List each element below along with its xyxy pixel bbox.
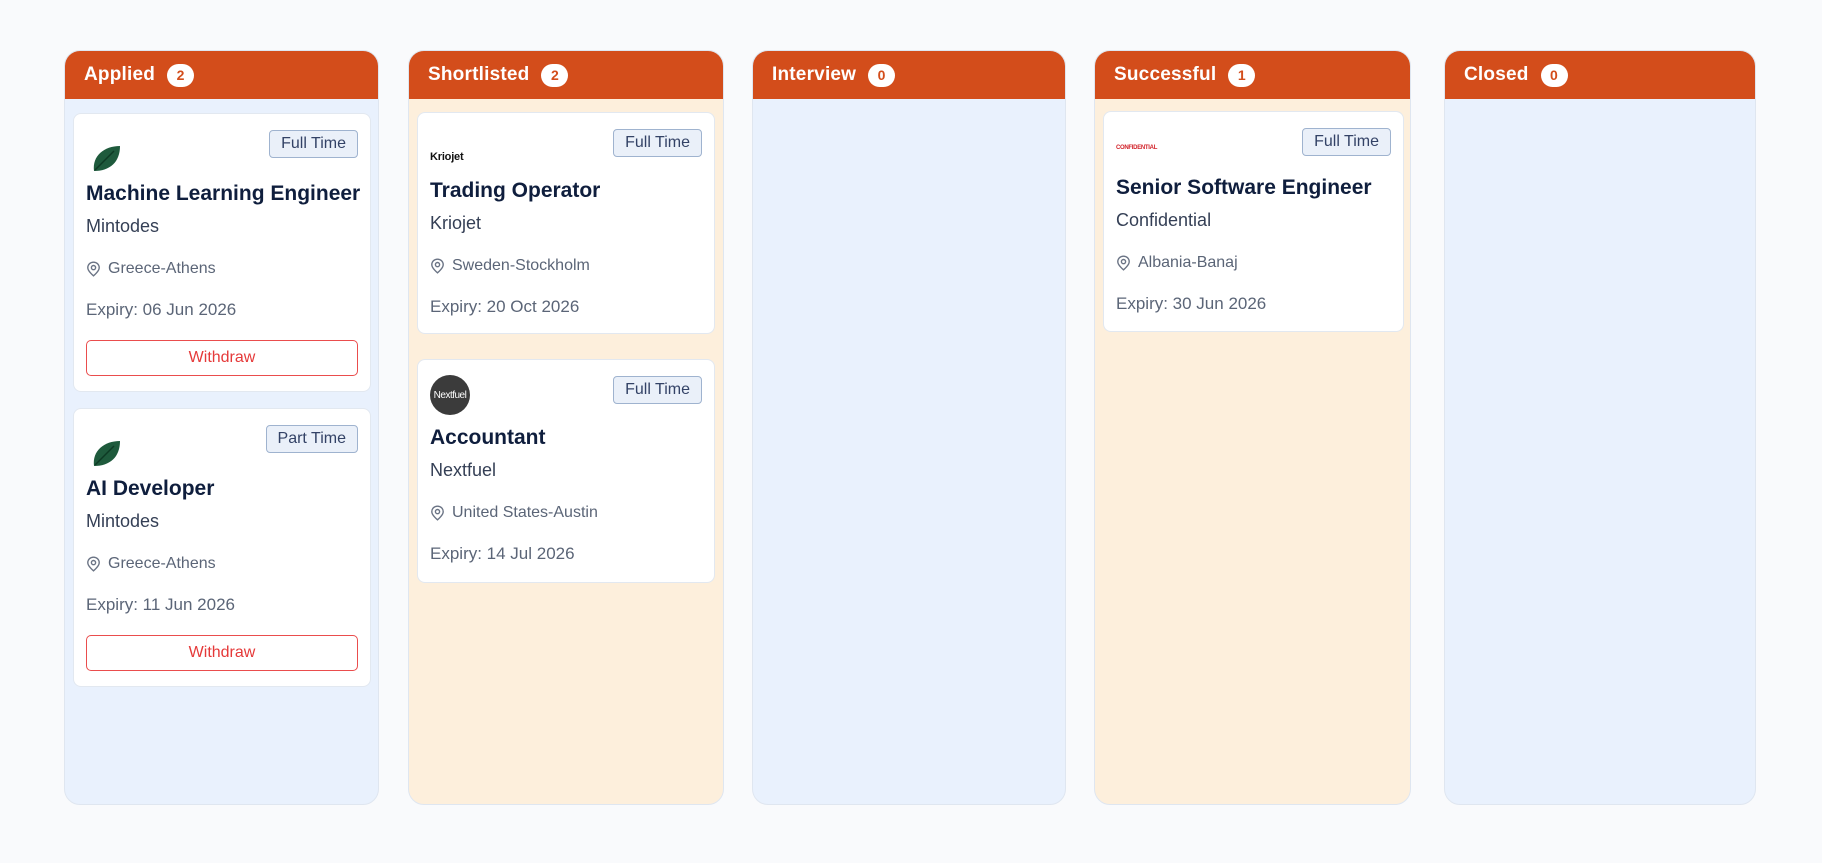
location-text: Greece-Athens <box>108 555 216 572</box>
column-title: Successful <box>1114 64 1217 85</box>
job-location: United States-Austin <box>430 504 598 522</box>
job-location: Sweden-Stockholm <box>430 257 590 275</box>
location-text: Sweden-Stockholm <box>452 257 590 274</box>
count-badge: 0 <box>1540 63 1568 87</box>
column-interview: Interview 0 <box>752 50 1066 805</box>
location-text: United States-Austin <box>452 504 598 521</box>
job-title[interactable]: Trading Operator <box>430 179 600 203</box>
job-type-badge: Full Time <box>269 130 358 158</box>
map-pin-icon <box>431 505 444 521</box>
nextfuel-logo: Nextfuel <box>430 375 470 415</box>
column-header: Shortlisted 2 <box>409 51 723 99</box>
map-pin-icon <box>431 258 444 274</box>
expiry-date: Expiry: 20 Oct 2026 <box>430 297 580 316</box>
column-header: Applied 2 <box>65 51 378 99</box>
column-header: Interview 0 <box>753 51 1065 99</box>
count-badge: 2 <box>541 63 569 87</box>
company-name: Confidential <box>1116 210 1212 230</box>
leaf-logo-icon <box>93 441 120 466</box>
kanban-board: Applied 2 Full Time Machine Learning Eng… <box>0 0 1822 863</box>
column-successful: Successful 1 CONFIDENTIAL Full Time Seni… <box>1094 50 1411 805</box>
map-pin-icon <box>1117 255 1130 271</box>
kriojet-logo: Kriojet <box>430 151 464 163</box>
column-closed: Closed 0 <box>1444 50 1756 805</box>
company-name: Mintodes <box>86 511 160 531</box>
job-location: Greece-Athens <box>86 555 216 573</box>
location-text: Greece-Athens <box>108 260 216 277</box>
job-location: Albania-Banaj <box>1116 254 1238 272</box>
count-badge: 1 <box>1228 63 1256 87</box>
expiry-date: Expiry: 14 Jul 2026 <box>430 544 575 563</box>
column-header: Successful 1 <box>1095 51 1410 99</box>
column-title: Shortlisted <box>428 64 530 85</box>
leaf-logo-icon <box>93 146 120 171</box>
count-badge: 0 <box>868 63 896 87</box>
job-title[interactable]: Accountant <box>430 426 546 450</box>
job-card[interactable]: Kriojet Full Time Trading Operator Krioj… <box>417 112 715 334</box>
column-applied: Applied 2 Full Time Machine Learning Eng… <box>64 50 379 805</box>
job-card[interactable]: Part Time AI Developer Mintodes Greece-A… <box>73 408 371 687</box>
company-name: Nextfuel <box>430 460 497 480</box>
column-title: Interview <box>772 64 857 85</box>
job-title[interactable]: Senior Software Engineer <box>1116 176 1372 200</box>
withdraw-button[interactable]: Withdraw <box>86 635 358 671</box>
map-pin-icon <box>87 261 100 277</box>
expiry-date: Expiry: 30 Jun 2026 <box>1116 294 1267 313</box>
job-title[interactable]: Machine Learning Engineer <box>86 182 360 206</box>
job-type-badge: Full Time <box>1302 128 1391 156</box>
job-title[interactable]: AI Developer <box>86 477 214 501</box>
expiry-date: Expiry: 11 Jun 2026 <box>86 595 235 614</box>
job-card[interactable]: Nextfuel Full Time Accountant Nextfuel U… <box>417 359 715 583</box>
column-shortlisted: Shortlisted 2 Kriojet Full Time Trading … <box>408 50 724 805</box>
column-title: Closed <box>1464 64 1529 85</box>
withdraw-button[interactable]: Withdraw <box>86 340 358 376</box>
job-type-badge: Full Time <box>613 129 702 157</box>
location-text: Albania-Banaj <box>1138 254 1238 271</box>
job-type-badge: Full Time <box>613 376 702 404</box>
company-name: Mintodes <box>86 216 160 236</box>
column-header: Closed 0 <box>1445 51 1755 99</box>
job-card[interactable]: Full Time Machine Learning Engineer Mint… <box>73 113 371 392</box>
expiry-date: Expiry: 06 Jun 2026 <box>86 300 237 319</box>
company-name: Kriojet <box>430 213 482 233</box>
confidential-logo: CONFIDENTIAL <box>1116 145 1158 151</box>
column-title: Applied <box>84 64 156 85</box>
map-pin-icon <box>87 556 100 572</box>
job-type-badge: Part Time <box>265 425 358 453</box>
job-card[interactable]: CONFIDENTIAL Full Time Senior Software E… <box>1103 111 1404 332</box>
count-badge: 2 <box>167 63 195 87</box>
job-location: Greece-Athens <box>86 260 216 278</box>
